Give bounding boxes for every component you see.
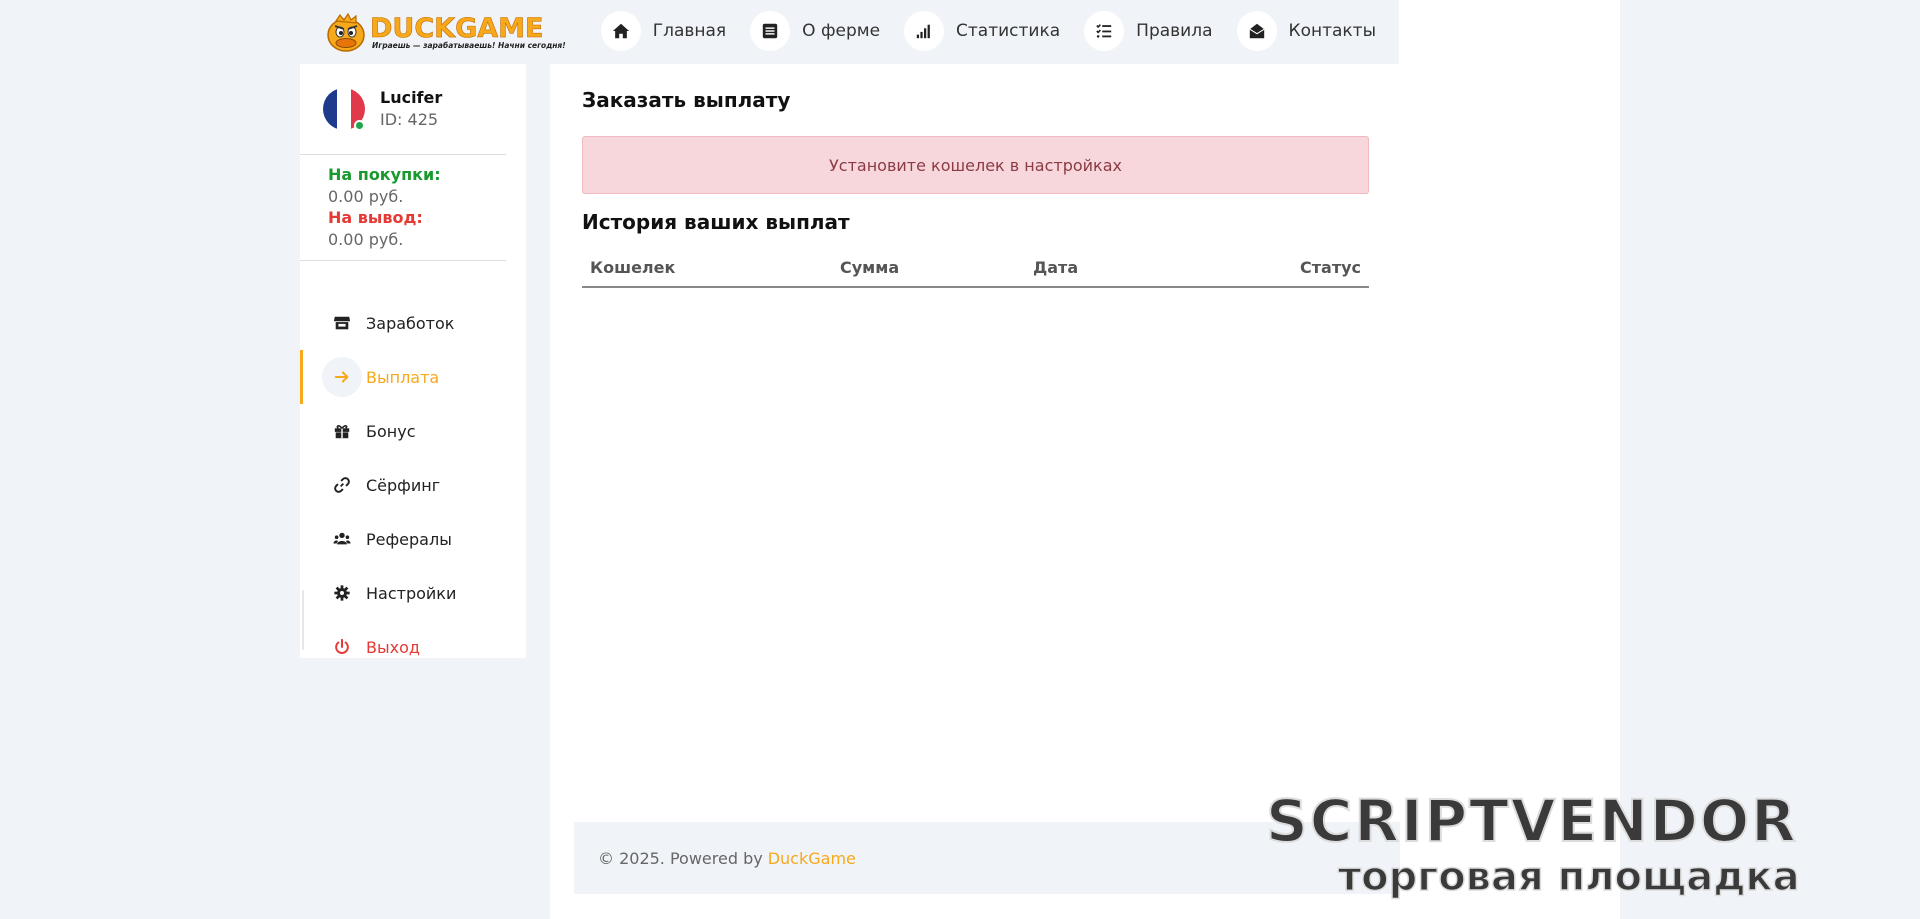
gift-icon	[322, 411, 362, 451]
user-profile: Lucifer ID: 425	[322, 86, 512, 132]
sidebar-item-logout[interactable]: Выход	[300, 620, 526, 674]
sidebar-item-label: Бонус	[366, 421, 416, 441]
users-icon	[322, 519, 362, 559]
gear-icon	[322, 573, 362, 613]
nav-rules[interactable]: Правила	[1084, 11, 1213, 51]
column-status: Статус	[1177, 249, 1369, 288]
nav-statistics[interactable]: Статистика	[904, 11, 1060, 51]
logo-wordmark: DUCKGAME	[370, 13, 544, 45]
online-status-dot	[354, 120, 365, 131]
arrow-right-icon	[322, 357, 362, 397]
sidebar-item-label: Сёрфинг	[366, 475, 441, 495]
user-name: Lucifer	[380, 88, 443, 107]
user-id: ID: 425	[380, 110, 439, 129]
nav-contacts-label: Контакты	[1288, 21, 1377, 41]
sidebar-item-bonus[interactable]: Бонус	[300, 404, 526, 458]
nav-statistics-label: Статистика	[956, 21, 1061, 41]
home-icon	[600, 11, 641, 51]
nav-home[interactable]: Главная	[600, 11, 727, 51]
watermark-subtitle: торговая площадка	[1337, 853, 1800, 901]
checklist-icon	[1084, 11, 1125, 51]
right-background-strip	[1399, 0, 1620, 919]
sidebar-item-earnings[interactable]: Заработок	[300, 296, 526, 350]
purchase-balance-label: На покупки:	[328, 165, 441, 184]
nav-contacts[interactable]: Контакты	[1236, 11, 1377, 51]
wallet-alert: Установите кошелек в настройках	[582, 136, 1369, 194]
nav-home-label: Главная	[652, 21, 727, 41]
nav-rules-label: Правила	[1136, 21, 1213, 41]
list-icon	[750, 11, 791, 51]
sidebar: Lucifer ID: 425 На покупки: 0.00 руб. На…	[300, 64, 526, 658]
table-header-row: Кошелек Сумма Дата Статус	[582, 249, 1369, 288]
sidebar-item-label: Заработок	[366, 313, 455, 333]
withdraw-balance-label: На вывод:	[328, 208, 423, 227]
sidebar-menu: Заработок Выплата Бонус Сёрфинг Рефералы	[300, 296, 526, 674]
sidebar-item-label: Рефералы	[366, 529, 452, 549]
balance-block: На покупки: 0.00 руб. На вывод: 0.00 руб…	[328, 164, 441, 250]
history-title: История ваших выплат	[582, 210, 850, 234]
payout-history-table: Кошелек Сумма Дата Статус	[582, 249, 1369, 288]
sidebar-divider	[300, 260, 506, 261]
main-nav: Главная О ферме Статистика Правила Конта…	[600, 11, 1377, 51]
site-logo[interactable]: DUCKGAME Играешь — зарабатываешь! Начни …	[324, 11, 566, 53]
nav-about-farm[interactable]: О ферме	[750, 11, 880, 51]
footer-brand-link[interactable]: DuckGame	[768, 849, 856, 868]
sidebar-edge	[302, 590, 304, 650]
logo-tagline: Играешь — зарабатываешь! Начни сегодня!	[372, 41, 566, 50]
footer-copyright: © 2025. Powered by	[598, 848, 763, 868]
watermark: SCRIPTVENDOR торговая площадка	[1265, 787, 1900, 904]
column-date: Дата	[1025, 249, 1178, 288]
sidebar-item-label: Выход	[366, 637, 420, 657]
purchase-balance-value: 0.00 руб.	[328, 186, 404, 206]
column-wallet: Кошелек	[582, 249, 832, 288]
store-icon	[322, 303, 362, 343]
nav-about-farm-label: О ферме	[802, 21, 881, 41]
link-icon	[322, 465, 362, 505]
duck-logo-icon	[327, 12, 365, 52]
sidebar-divider	[300, 154, 506, 155]
withdraw-balance-value: 0.00 руб.	[328, 229, 404, 249]
sidebar-item-label: Выплата	[366, 367, 440, 387]
envelope-open-icon	[1236, 11, 1277, 51]
watermark-title: SCRIPTVENDOR	[1265, 787, 1798, 855]
sidebar-item-settings[interactable]: Настройки	[300, 566, 526, 620]
page-title: Заказать выплату	[582, 88, 791, 112]
top-header: DUCKGAME Играешь — зарабатываешь! Начни …	[300, 0, 1400, 64]
power-icon	[322, 627, 362, 667]
sidebar-item-label: Настройки	[366, 583, 457, 603]
signal-icon	[904, 11, 945, 51]
sidebar-item-referrals[interactable]: Рефералы	[300, 512, 526, 566]
sidebar-item-payout[interactable]: Выплата	[300, 350, 526, 404]
column-amount: Сумма	[832, 249, 1025, 288]
sidebar-item-surfing[interactable]: Сёрфинг	[300, 458, 526, 512]
